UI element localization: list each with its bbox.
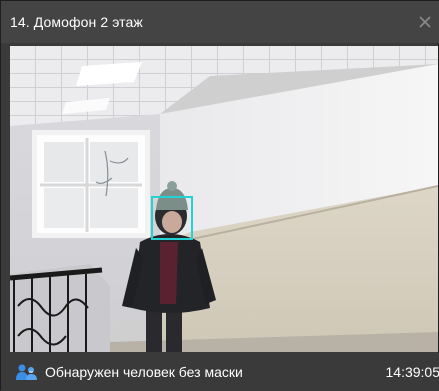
close-button[interactable] [414, 11, 436, 33]
camera-window: 14. Домофон 2 этаж [0, 0, 439, 390]
person-detection-icon [16, 363, 38, 381]
event-time: 14:39:05 [386, 364, 439, 380]
close-icon [419, 16, 431, 28]
event-status-bar: Обнаружен человек без маски 14:39:05 [1, 353, 439, 391]
camera-snapshot [10, 46, 438, 352]
camera-video-frame[interactable] [10, 46, 438, 352]
window-title: 14. Домофон 2 этаж [10, 14, 143, 30]
event-text: Обнаружен человек без маски [45, 364, 243, 380]
window-titlebar[interactable]: 14. Домофон 2 этаж [1, 1, 439, 43]
